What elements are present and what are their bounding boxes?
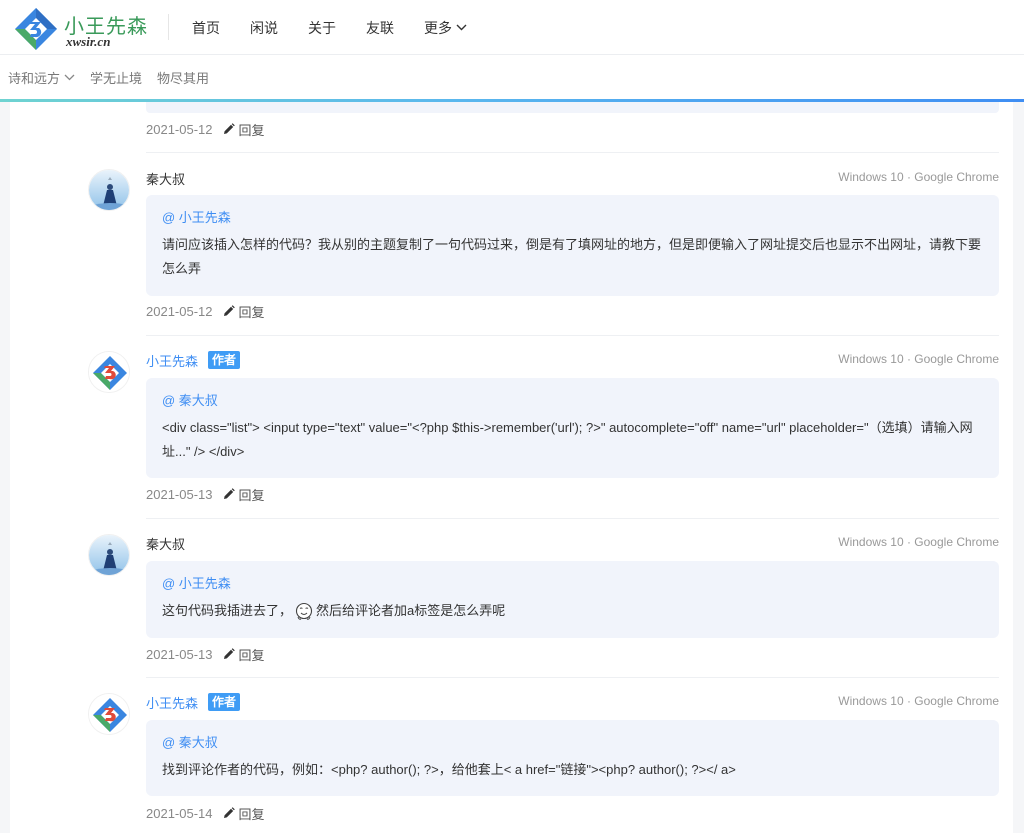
comment-meta: 2021-05-13 回复 bbox=[146, 645, 265, 663]
pencil-icon bbox=[223, 648, 235, 659]
content-area: 2021-05-12 回复 秦大叔 Windows 10 · Google Ch… bbox=[0, 102, 1024, 833]
pencil-icon bbox=[223, 488, 235, 499]
comment-mention[interactable]: @ 秦大叔 bbox=[162, 390, 983, 412]
comment-divider bbox=[146, 518, 999, 519]
previous-comment-bubble bbox=[146, 102, 999, 113]
comment-user-agent: Windows 10 · Google Chrome bbox=[838, 170, 999, 184]
site-logo[interactable]: 小王先森 xwsir.cn bbox=[14, 5, 154, 51]
comment-date: 2021-05-13 bbox=[146, 646, 213, 662]
comment-date: 2021-05-13 bbox=[146, 486, 213, 502]
nav-item-more[interactable]: 更多 bbox=[424, 18, 467, 38]
comment-text-part: 这句代码我插进去了， bbox=[162, 603, 293, 618]
comment-meta: 2021-05-14 回复 bbox=[146, 804, 265, 822]
comment-text: 请问应该插入怎样的代码？我从别的主题复制了一句代码过来，倒是有了填网址的地方，但… bbox=[162, 237, 982, 276]
emoji-icon bbox=[295, 602, 313, 620]
subnav-item-study[interactable]: 学无止境 bbox=[90, 68, 142, 87]
reply-button[interactable]: 回复 bbox=[223, 645, 265, 664]
nav-item-label: 首页 bbox=[192, 19, 220, 36]
nav-item-label: 闲说 bbox=[250, 19, 278, 36]
site-domain: xwsir.cn bbox=[66, 34, 111, 49]
pencil-icon bbox=[223, 305, 235, 316]
reply-label: 回复 bbox=[238, 647, 265, 663]
comment-divider bbox=[146, 677, 999, 678]
comment-user-agent: Windows 10 · Google Chrome bbox=[838, 535, 999, 549]
comment-date: 2021-05-12 bbox=[146, 303, 213, 319]
comment-divider bbox=[146, 335, 999, 336]
reply-label: 回复 bbox=[238, 122, 265, 138]
nav-item-label: 友联 bbox=[366, 19, 394, 36]
avatar[interactable] bbox=[88, 169, 130, 211]
reply-label: 回复 bbox=[238, 806, 265, 822]
nav-item-links[interactable]: 友联 bbox=[366, 18, 394, 38]
avatar-image bbox=[89, 535, 129, 575]
comment-author-row: 秦大叔 bbox=[146, 534, 185, 552]
reply-button[interactable]: 回复 bbox=[223, 120, 265, 139]
avatar-image bbox=[89, 694, 129, 734]
subnav-item-tools[interactable]: 物尽其用 bbox=[157, 68, 209, 87]
comment-author[interactable]: 小王先森 bbox=[146, 693, 198, 712]
comment-author[interactable]: 小王先森 bbox=[146, 351, 198, 370]
comment-bubble: @ 秦大叔 <div class="list"> <input type="te… bbox=[146, 378, 999, 478]
nav-item-about[interactable]: 关于 bbox=[308, 18, 336, 38]
subnav-item-label: 学无止境 bbox=[90, 70, 143, 86]
comment-mention[interactable]: @ 小王先森 bbox=[162, 207, 983, 229]
comment-bubble: @ 秦大叔 找到评论作者的代码，例如：<php? author(); ?>，给他… bbox=[146, 720, 999, 796]
subnav-item-label: 物尽其用 bbox=[157, 70, 210, 86]
comments-card: 2021-05-12 回复 秦大叔 Windows 10 · Google Ch… bbox=[10, 102, 1013, 833]
logo-icon bbox=[15, 8, 57, 50]
comment-bubble: @ 小王先森 这句代码我插进去了， 然后给评论者加a标签是怎么弄呢 bbox=[146, 561, 999, 638]
comment-text: 找到评论作者的代码，例如：<php? author(); ?>，给他套上< a … bbox=[162, 762, 736, 777]
comment-mention[interactable]: @ 小王先森 bbox=[162, 573, 983, 595]
reply-label: 回复 bbox=[238, 304, 265, 320]
reply-label: 回复 bbox=[238, 487, 265, 503]
comment-author[interactable]: 秦大叔 bbox=[146, 169, 185, 188]
comment-author[interactable]: 秦大叔 bbox=[146, 534, 185, 553]
avatar-image bbox=[89, 352, 129, 392]
comment-date: 2021-05-14 bbox=[146, 805, 213, 821]
comment-user-agent: Windows 10 · Google Chrome bbox=[838, 352, 999, 366]
nav-item-talk[interactable]: 闲说 bbox=[250, 18, 278, 38]
comment-text-part: 然后给评论者加a标签是怎么弄呢 bbox=[316, 603, 506, 618]
comment-text: 这句代码我插进去了， 然后给评论者加a标签是怎么弄呢 bbox=[162, 599, 983, 623]
pencil-icon bbox=[223, 123, 235, 134]
reply-button[interactable]: 回复 bbox=[223, 485, 265, 504]
sub-nav: 诗和远方 学无止境 物尽其用 bbox=[0, 55, 1024, 99]
nav-item-home[interactable]: 首页 bbox=[192, 18, 220, 38]
comment-bubble: @ 小王先森 请问应该插入怎样的代码？我从别的主题复制了一句代码过来，倒是有了填… bbox=[146, 195, 999, 296]
header-divider bbox=[168, 14, 169, 40]
subnav-item-label: 诗和远方 bbox=[8, 70, 61, 86]
author-badge: 作者 bbox=[208, 693, 241, 711]
pencil-icon bbox=[223, 807, 235, 818]
comment-date: 2021-05-12 bbox=[146, 121, 213, 137]
nav-item-label: 更多 bbox=[424, 19, 452, 36]
avatar[interactable] bbox=[88, 534, 130, 576]
comment-meta: 2021-05-12 回复 bbox=[146, 302, 265, 320]
comment-author-row: 小王先森 作者 bbox=[146, 693, 241, 712]
avatar-image bbox=[89, 170, 129, 210]
comment-meta: 2021-05-13 回复 bbox=[146, 485, 265, 503]
subnav-item-poetry[interactable]: 诗和远方 bbox=[8, 68, 75, 87]
comment-meta: 2021-05-12 回复 bbox=[146, 120, 265, 138]
comment-text: <div class="list"> <input type="text" va… bbox=[162, 420, 973, 459]
comment-author-row: 小王先森 作者 bbox=[146, 351, 241, 370]
comment-author-row: 秦大叔 bbox=[146, 169, 185, 187]
main-nav: 首页 闲说 关于 友联 更多 bbox=[192, 0, 497, 55]
comment-user-agent: Windows 10 · Google Chrome bbox=[838, 694, 999, 708]
avatar[interactable] bbox=[88, 351, 130, 393]
nav-item-label: 关于 bbox=[308, 19, 336, 36]
comment-divider bbox=[146, 152, 999, 153]
avatar[interactable] bbox=[88, 693, 130, 735]
site-header: 小王先森 xwsir.cn 首页 闲说 关于 友联 更多 bbox=[0, 0, 1024, 55]
reply-button[interactable]: 回复 bbox=[223, 804, 265, 823]
author-badge: 作者 bbox=[208, 351, 241, 369]
comment-mention[interactable]: @ 秦大叔 bbox=[162, 732, 983, 754]
reply-button[interactable]: 回复 bbox=[223, 302, 265, 321]
chevron-down-icon bbox=[64, 74, 75, 80]
chevron-down-icon bbox=[456, 24, 467, 31]
